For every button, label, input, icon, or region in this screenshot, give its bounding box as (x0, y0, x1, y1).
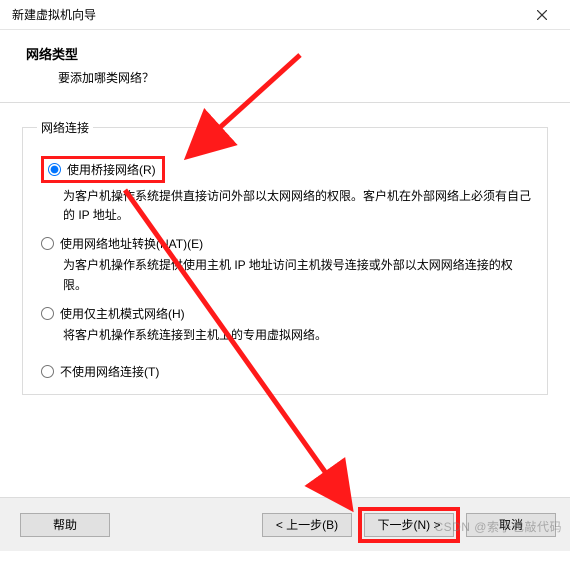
option-none: 不使用网络连接(T) (41, 363, 533, 380)
help-button[interactable]: 帮助 (20, 513, 110, 537)
cancel-button[interactable]: 取消 (466, 513, 556, 537)
option-nat: 使用网络地址转换(NAT)(E) 为客户机操作系统提供使用主机 IP 地址访问主… (41, 235, 533, 294)
group-legend: 网络连接 (37, 119, 93, 136)
close-button[interactable] (522, 1, 562, 29)
wizard-footer: 帮助 < 上一步(B) 下一步(N) > 取消 (0, 497, 570, 551)
highlight-next: 下一步(N) > (358, 507, 460, 543)
back-button[interactable]: < 上一步(B) (262, 513, 352, 537)
window-title: 新建虚拟机向导 (12, 6, 96, 23)
next-button[interactable]: 下一步(N) > (364, 513, 454, 537)
radio-none-label[interactable]: 不使用网络连接(T) (60, 363, 159, 380)
radio-none[interactable] (41, 365, 54, 378)
option-hostonly: 使用仅主机模式网络(H) 将客户机操作系统连接到主机上的专用虚拟网络。 (41, 305, 533, 345)
header-subtitle: 要添加哪类网络？ (58, 69, 544, 86)
radio-nat-label[interactable]: 使用网络地址转换(NAT)(E) (60, 235, 203, 252)
network-connection-group: 网络连接 使用桥接网络(R) 为客户机操作系统提供直接访问外部以太网网络的权限。… (22, 119, 548, 395)
desc-nat: 为客户机操作系统提供使用主机 IP 地址访问主机拨号连接或外部以太网网络连接的权… (63, 256, 533, 294)
header-title: 网络类型 (26, 44, 544, 63)
radio-hostonly[interactable] (41, 307, 54, 320)
radio-bridged[interactable] (48, 163, 61, 176)
close-icon (537, 10, 547, 20)
desc-hostonly: 将客户机操作系统连接到主机上的专用虚拟网络。 (63, 326, 533, 345)
radio-bridged-label[interactable]: 使用桥接网络(R) (67, 161, 156, 178)
radio-hostonly-label[interactable]: 使用仅主机模式网络(H) (60, 305, 185, 322)
wizard-header: 网络类型 要添加哪类网络？ (0, 30, 570, 103)
titlebar: 新建虚拟机向导 (0, 0, 570, 30)
radio-nat[interactable] (41, 237, 54, 250)
option-bridged: 使用桥接网络(R) 为客户机操作系统提供直接访问外部以太网网络的权限。客户机在外… (41, 156, 533, 225)
wizard-content: 网络连接 使用桥接网络(R) 为客户机操作系统提供直接访问外部以太网网络的权限。… (0, 103, 570, 405)
highlight-bridged: 使用桥接网络(R) (41, 156, 165, 183)
desc-bridged: 为客户机操作系统提供直接访问外部以太网网络的权限。客户机在外部网络上必须有自己的… (63, 187, 533, 225)
